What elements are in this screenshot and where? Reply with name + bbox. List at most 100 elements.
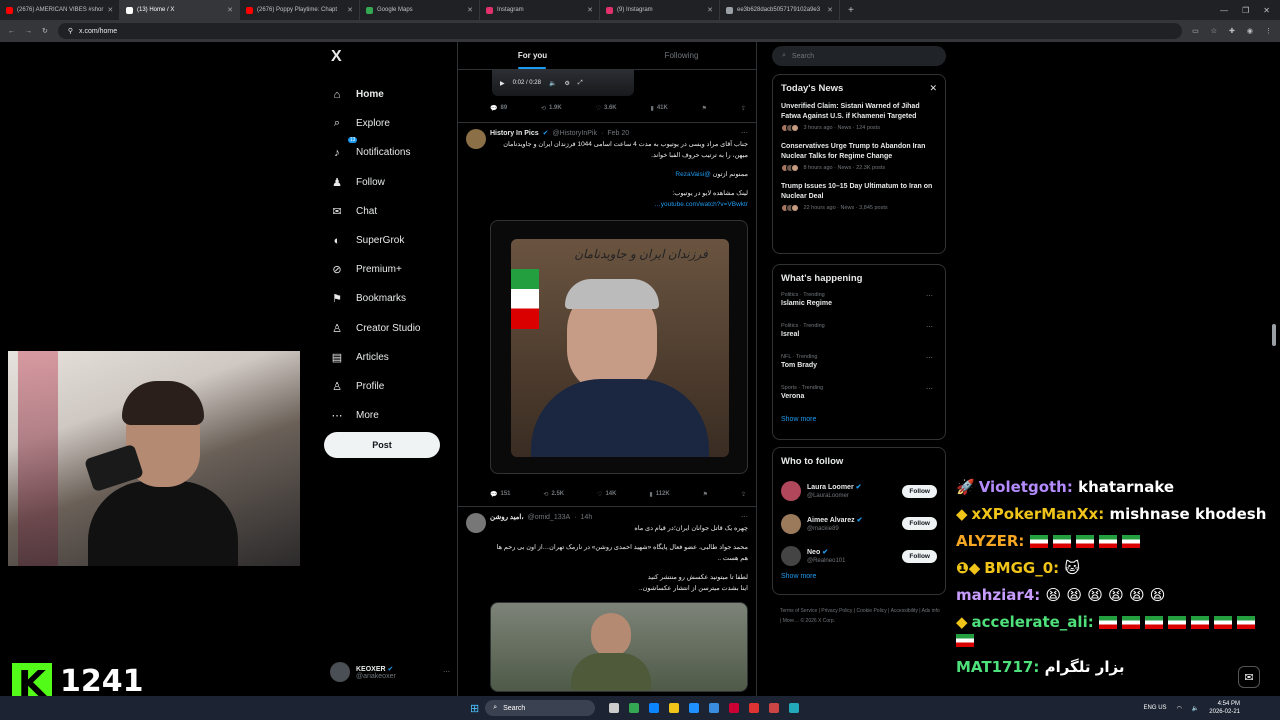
like-button[interactable]: ♡ 3.6K: [596, 105, 617, 112]
maximize-icon[interactable]: ❐: [1242, 6, 1249, 15]
news-item[interactable]: Unverified Claim: Sistani Warned of Jiha…: [781, 102, 937, 132]
minimize-icon[interactable]: —: [1220, 6, 1228, 15]
trend-item[interactable]: Politics · Trending Isreal ⋯: [781, 323, 937, 354]
mail-icon[interactable]: ✉: [1238, 666, 1260, 688]
app-icon[interactable]: [749, 703, 760, 713]
sidebar-item-follow[interactable]: ♟ Follow: [326, 168, 456, 197]
site-info-icon[interactable]: ⚲: [68, 27, 73, 35]
url-field[interactable]: ⚲ x.com/home: [57, 23, 1183, 39]
sidebar-item-home[interactable]: ⌂ Home: [326, 80, 456, 109]
sidebar-item-bookmarks[interactable]: ⚑ Bookmarks: [326, 284, 456, 313]
volume-icon[interactable]: 🔈: [1192, 705, 1199, 712]
browser-tab[interactable]: Instagram ✕: [480, 0, 600, 20]
browser-tab[interactable]: (13) Home / X ✕: [120, 0, 240, 20]
chat-username[interactable]: Violetgoth:: [979, 478, 1073, 496]
more-icon[interactable]: ⋯: [443, 668, 450, 676]
author-name[interactable]: History In Pics: [490, 130, 539, 137]
trend-item[interactable]: NFL · Trending Tom Brady ⋯: [781, 354, 937, 385]
like-button[interactable]: ♡ 14K: [597, 491, 616, 498]
app-icon[interactable]: [789, 703, 800, 713]
sidebar-item-chat[interactable]: ✉ Chat: [326, 197, 456, 226]
news-item[interactable]: Trump Issues 10–15 Day Ultimatum to Iran…: [781, 182, 937, 212]
sidebar-item-explore[interactable]: ⌕ Explore: [326, 109, 456, 138]
youtube-link[interactable]: youtube.com/watch?v=VBwktr…: [490, 199, 748, 210]
install-icon[interactable]: ▭: [1192, 27, 1199, 35]
views-button[interactable]: ▮ 112K: [649, 491, 669, 498]
bookmark-icon[interactable]: ⚑: [703, 491, 708, 498]
views-button[interactable]: ▮ 41K: [651, 105, 668, 112]
reload-icon[interactable]: ↻: [42, 27, 48, 35]
windows-start-icon[interactable]: ⊞: [470, 702, 479, 715]
play-icon[interactable]: ▶: [500, 80, 505, 87]
wifi-icon[interactable]: ◠: [1177, 705, 1182, 712]
repost-button[interactable]: ⟲ 1.9K: [541, 105, 562, 112]
mail-app-icon[interactable]: [709, 703, 720, 713]
footer-links[interactable]: Terms of Service | Privacy Policy | Cook…: [780, 606, 940, 626]
sidebar-item-creator-studio[interactable]: ♙ Creator Studio: [326, 314, 456, 343]
post-button[interactable]: Post: [324, 432, 440, 458]
follow-button[interactable]: Follow: [902, 517, 937, 531]
follow-button[interactable]: Follow: [902, 484, 937, 498]
profile-icon[interactable]: ◉: [1247, 27, 1253, 35]
taskbar-search[interactable]: ⌕ Search: [485, 700, 596, 716]
close-tab-icon[interactable]: ✕: [707, 6, 713, 14]
sidebar-item-supergrok[interactable]: ◐ SuperGrok: [326, 226, 456, 255]
more-icon[interactable]: ⋯: [926, 385, 933, 393]
share-icon[interactable]: ⇪: [741, 491, 746, 498]
task-view-icon[interactable]: [609, 703, 620, 713]
author-handle[interactable]: @omid_133A: [528, 514, 571, 521]
chat-username[interactable]: mahziar4:: [956, 586, 1040, 604]
sidebar-item-articles[interactable]: ▤ Articles: [326, 343, 456, 372]
app-icon[interactable]: [769, 703, 780, 713]
author-name[interactable]: امید روشن،: [490, 513, 524, 521]
extensions-icon[interactable]: ✚: [1229, 27, 1235, 35]
chat-username[interactable]: xXPokerManXx:: [972, 505, 1105, 523]
reply-button[interactable]: 💬 89: [490, 105, 507, 112]
chat-username[interactable]: BMGG_0:: [984, 559, 1059, 577]
follow-button[interactable]: Follow: [902, 549, 937, 563]
sidebar-item-profile[interactable]: ♙ Profile: [326, 372, 456, 401]
x-logo[interactable]: X: [331, 48, 456, 66]
more-icon[interactable]: ⋯: [926, 292, 933, 300]
close-icon[interactable]: ✕: [929, 83, 937, 94]
follow-suggestion[interactable]: Laura Loomer ✔ @LauraLoomer Follow: [781, 475, 937, 508]
author-handle[interactable]: @HistoryInPik: [553, 130, 597, 137]
sidebar-item-notifications[interactable]: ♪ 13 Notifications: [326, 136, 456, 167]
tab-for-you[interactable]: For you: [458, 42, 607, 69]
browser-tab[interactable]: (2676) Poppy Playtime: Chapt ✕: [240, 0, 360, 20]
trend-item[interactable]: Sports · Trending Verona ⋯: [781, 385, 937, 416]
close-tab-icon[interactable]: ✕: [107, 6, 113, 14]
tweet-date[interactable]: 14h: [581, 514, 593, 521]
follow-suggestion[interactable]: Neo ✔ @Realneo101 Follow: [781, 540, 937, 573]
app-icon[interactable]: [729, 703, 740, 713]
tweet[interactable]: History In Pics ✔ @HistoryInPik · Feb 20…: [458, 122, 756, 502]
account-switcher[interactable]: KEOXER ✔ @ariakeoxer ⋯: [330, 662, 450, 682]
more-icon[interactable]: ⋯: [741, 129, 748, 137]
forward-icon[interactable]: →: [25, 28, 32, 35]
browser-tab[interactable]: ee3b628dacb5057179102a9e3 ✕: [720, 0, 840, 20]
close-tab-icon[interactable]: ✕: [467, 6, 473, 14]
tweet[interactable]: امید روشن، @omid_133A · 14h ⋯ چهره یک قا…: [458, 506, 756, 696]
show-more-link[interactable]: Show more: [781, 416, 937, 423]
clock[interactable]: 4:54 PM 2026-02-21: [1209, 700, 1240, 716]
show-more-link[interactable]: Show more: [781, 573, 937, 580]
folder-icon[interactable]: [669, 703, 680, 713]
trend-item[interactable]: Politics · Trending Islamic Regime ⋯: [781, 292, 937, 323]
mention-link[interactable]: @RezaVaisi: [675, 171, 710, 178]
browser-tab[interactable]: Google Maps ✕: [360, 0, 480, 20]
language-indicator[interactable]: ENG US: [1144, 705, 1167, 711]
edge-icon[interactable]: [689, 703, 700, 713]
more-icon[interactable]: ⋯: [741, 513, 748, 521]
close-tab-icon[interactable]: ✕: [827, 6, 833, 14]
search-input[interactable]: ⌕ Search: [772, 46, 946, 66]
chat-username[interactable]: accelerate_ali:: [972, 613, 1094, 631]
news-item[interactable]: Conservatives Urge Trump to Abandon Iran…: [781, 142, 937, 172]
bookmark-star-icon[interactable]: ☆: [1211, 27, 1217, 35]
back-icon[interactable]: ←: [8, 28, 15, 35]
repost-button[interactable]: ⟲ 2.5K: [543, 491, 564, 498]
close-tab-icon[interactable]: ✕: [347, 6, 353, 14]
more-icon[interactable]: ⋯: [926, 354, 933, 362]
settings-icon[interactable]: ⚙: [564, 80, 569, 87]
reply-button[interactable]: 💬 151: [490, 491, 511, 498]
bookmark-icon[interactable]: ⚑: [702, 105, 707, 112]
